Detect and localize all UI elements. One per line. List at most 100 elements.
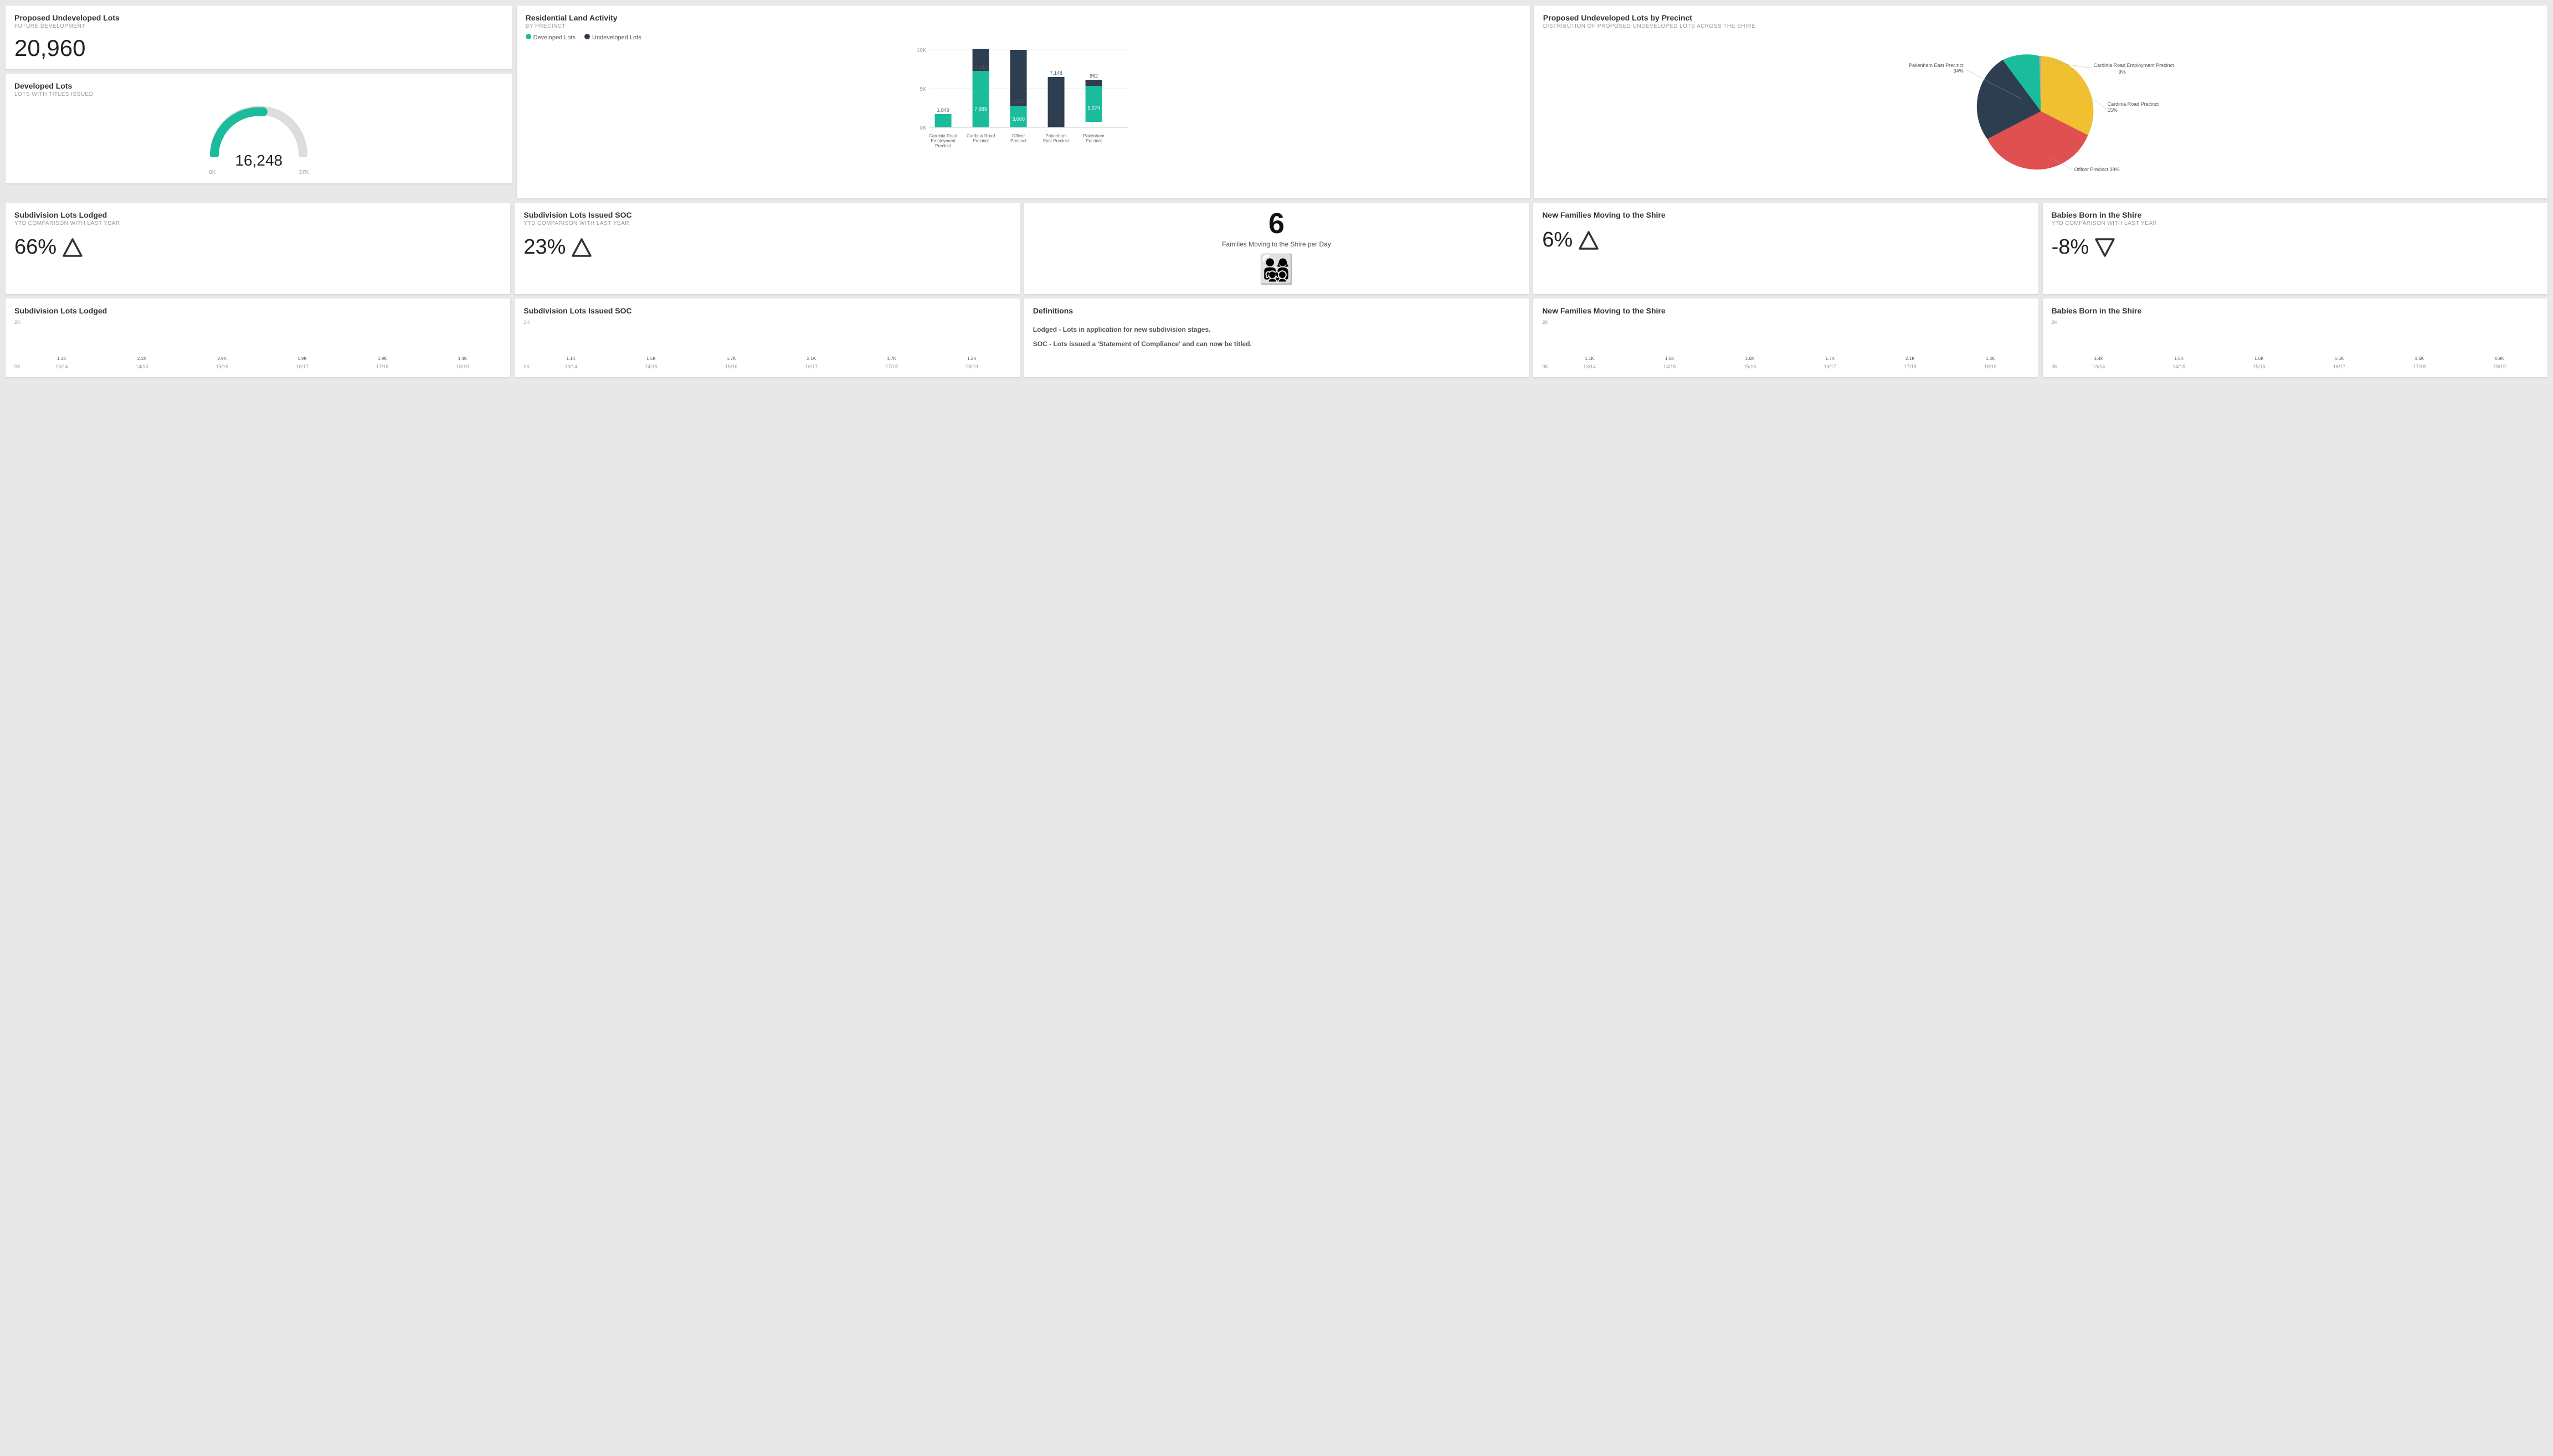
arrow-up-icon-2 <box>571 237 592 258</box>
bar-wrapper-1516: 2.9K 15/16 <box>183 356 261 369</box>
sub-soc-stat-title: Subdivision Lots Issued SOC <box>523 210 1010 219</box>
fam-bar-1516: 1.6K 15/16 <box>1711 356 1789 369</box>
sub-lodged-chart-card: Subdivision Lots Lodged 2K0K 1.3K 13/14 … <box>6 299 510 377</box>
residential-land-title: Residential Land Activity <box>526 13 1521 22</box>
gauge-svg <box>206 102 311 157</box>
sub-lodged-stat-title: Subdivision Lots Lodged <box>14 210 501 219</box>
pie-title: Proposed Undeveloped Lots by Precinct <box>1543 13 2539 22</box>
gauge-max: 37K <box>299 169 309 176</box>
pie-label-emp: Cardinia Road Employment Precinct <box>2093 63 2174 68</box>
sub-lodged-stat-value: 66% <box>14 235 501 259</box>
soc-bar-1516: 1.7K 15/16 <box>692 356 770 369</box>
babies-born-stat-card: Babies Born in the Shire YTD COMPARISON … <box>2043 203 2547 294</box>
developed-lots-card: Developed Lots LOTS WITH TITLES ISSUED 1… <box>6 74 512 183</box>
residential-bar-chart-svg: 10K 5K 0K 1,849 3,182 7,989 7,919 3,000 … <box>526 44 1521 183</box>
row2-stats: Subdivision Lots Lodged YTD COMPARISON W… <box>6 203 2547 294</box>
gauge-container: 16,248 0K 37K <box>14 102 504 176</box>
svg-text:7,148: 7,148 <box>1050 70 1062 76</box>
svg-text:Precinct: Precinct <box>1086 138 1102 143</box>
svg-text:5,074: 5,074 <box>1087 105 1100 111</box>
residential-land-card: Residential Land Activity BY PRECINCT De… <box>517 6 1530 198</box>
babies-chart-title: Babies Born in the Shire <box>2052 306 2539 315</box>
undeveloped-dot <box>584 34 590 39</box>
svg-text:Cardinia Road: Cardinia Road <box>929 133 957 138</box>
bar-wrapper-1314: 1.3K 13/14 <box>23 356 101 369</box>
new-families-stat-value: 6% <box>1542 228 2029 252</box>
family-emoji: 👨‍👩‍👧‍👦 <box>1033 253 1520 286</box>
lodged-term: Lodged <box>1033 326 1057 333</box>
bar-wrapper-1819: 1.4K 18/19 <box>424 356 502 369</box>
y-axis-families: 2K0K <box>1542 320 1550 369</box>
developed-lots-value: 16,248 <box>235 152 282 169</box>
fam-bar-1617: 1.7K 16/17 <box>1791 356 1869 369</box>
families-label: Families Moving to the Shire per Day <box>1033 240 1520 248</box>
bar-chart-legend: Developed Lots Undeveloped Lots <box>526 34 1521 41</box>
svg-text:1,849: 1,849 <box>937 107 949 113</box>
sub-soc-stat-subtitle: YTD COMPARISON WITH LAST YEAR <box>523 220 1010 227</box>
developed-dot <box>526 34 531 39</box>
svg-text:Precinct: Precinct <box>935 143 952 148</box>
proposed-undeveloped-card: Proposed Undeveloped Lots FUTURE DEVELOP… <box>6 6 512 69</box>
babies-born-chart-card: Babies Born in the Shire 2K0K 1.4K 13/14… <box>2043 299 2547 377</box>
bab-bar-1718: 1.6K 17/18 <box>2381 356 2459 369</box>
svg-text:Employment: Employment <box>931 138 956 143</box>
definitions-title: Definitions <box>1033 306 1520 315</box>
pie-pct-pakeast: 34% <box>1953 68 1963 74</box>
legend-developed: Developed Lots <box>526 34 576 41</box>
svg-text:0K: 0K <box>920 125 927 131</box>
arrow-down-icon <box>2094 237 2115 258</box>
pie-pct-cardinia: 15% <box>2107 107 2117 113</box>
svg-text:East Precinct: East Precinct <box>1043 138 1070 143</box>
definitions-card: Definitions Lodged - Lots in application… <box>1024 299 1529 377</box>
babies-stat-title: Babies Born in the Shire <box>2052 210 2539 219</box>
bab-bar-1415: 1.5K 14/15 <box>2140 356 2218 369</box>
definitions-lodged: Lodged - Lots in application for new sub… <box>1033 325 1520 335</box>
developed-lots-subtitle: LOTS WITH TITLES ISSUED <box>14 91 504 97</box>
residential-land-subtitle: BY PRECINCT <box>526 23 1521 29</box>
bar-car-dev <box>972 71 989 127</box>
bab-bar-1819: 0.9K 18/19 <box>2460 356 2539 369</box>
pie-chart-svg: Pakenham East Precinct 34% Officer Preci… <box>1543 34 2539 189</box>
families-number: 6 <box>1033 207 1520 240</box>
bar-wrapper-1617: 1.9K 16/17 <box>263 356 341 369</box>
svg-text:862: 862 <box>1090 73 1098 79</box>
bab-bar-1516: 1.6K 15/16 <box>2220 356 2298 369</box>
fam-bar-1819: 1.3K 18/19 <box>1951 356 2030 369</box>
proposed-undeveloped-value: 20,960 <box>14 35 504 61</box>
bab-bar-1314: 1.4K 13/14 <box>2060 356 2138 369</box>
gauge-min: 0K <box>209 169 215 176</box>
new-families-stat-card: New Families Moving to the Shire 6% <box>1533 203 2038 294</box>
fam-bar-1314: 1.1K 13/14 <box>1550 356 1629 369</box>
svg-text:3,182: 3,182 <box>974 64 987 70</box>
lodged-bars-container: 1.3K 13/14 2.1K 14/15 2.9K 15/16 <box>23 320 501 369</box>
soc-def: - Lots issued a 'Statement of Compliance… <box>1047 340 1252 348</box>
babies-stat-subtitle: YTD COMPARISON WITH LAST YEAR <box>2052 220 2539 227</box>
developed-lots-title: Developed Lots <box>14 81 504 90</box>
proposed-by-precinct-card: Proposed Undeveloped Lots by Precinct DI… <box>1534 6 2547 198</box>
soc-bar-1819: 1.2K 18/19 <box>933 356 1011 369</box>
bar-wrapper-1718: 1.9K 17/18 <box>343 356 422 369</box>
bab-bar-1617: 1.6K 16/17 <box>2300 356 2379 369</box>
bar-wrapper-1415: 2.1K 14/15 <box>103 356 181 369</box>
svg-text:7,919: 7,919 <box>1012 99 1025 104</box>
new-families-chart-title: New Families Moving to the Shire <box>1542 306 2029 315</box>
sub-lodged-chart-title: Subdivision Lots Lodged <box>14 306 501 315</box>
soc-bars-container: 1.1K 13/14 1.5K 14/15 1.7K 15/16 <box>532 320 1010 369</box>
arrow-up-icon-3 <box>1578 230 1599 251</box>
sub-soc-stat-value: 23% <box>523 235 1010 259</box>
y-axis-soc: 2K0K <box>523 320 532 369</box>
svg-text:Cardinia Road: Cardinia Road <box>967 133 995 138</box>
sub-soc-number: 23% <box>523 235 566 259</box>
legend-undeveloped: Undeveloped Lots <box>584 34 641 41</box>
svg-text:7,989: 7,989 <box>974 106 987 112</box>
subdivision-lodged-stat-card: Subdivision Lots Lodged YTD COMPARISON W… <box>6 203 510 294</box>
pie-label-cardinia: Cardinia Road Precinct <box>2107 101 2159 107</box>
gauge-labels: 0K 37K <box>209 169 309 176</box>
pie-label-pakeast: Pakenham East Precinct <box>1909 63 1964 68</box>
sub-soc-chart-title: Subdivision Lots Issued SOC <box>523 306 1010 315</box>
row3-charts: Subdivision Lots Lodged 2K0K 1.3K 13/14 … <box>6 299 2547 377</box>
soc-bar-1617: 2.1K 16/17 <box>773 356 851 369</box>
svg-text:3,000: 3,000 <box>1012 116 1025 122</box>
fam-bar-1718: 2.1K 17/18 <box>1871 356 1949 369</box>
soc-term: SOC <box>1033 340 1047 348</box>
